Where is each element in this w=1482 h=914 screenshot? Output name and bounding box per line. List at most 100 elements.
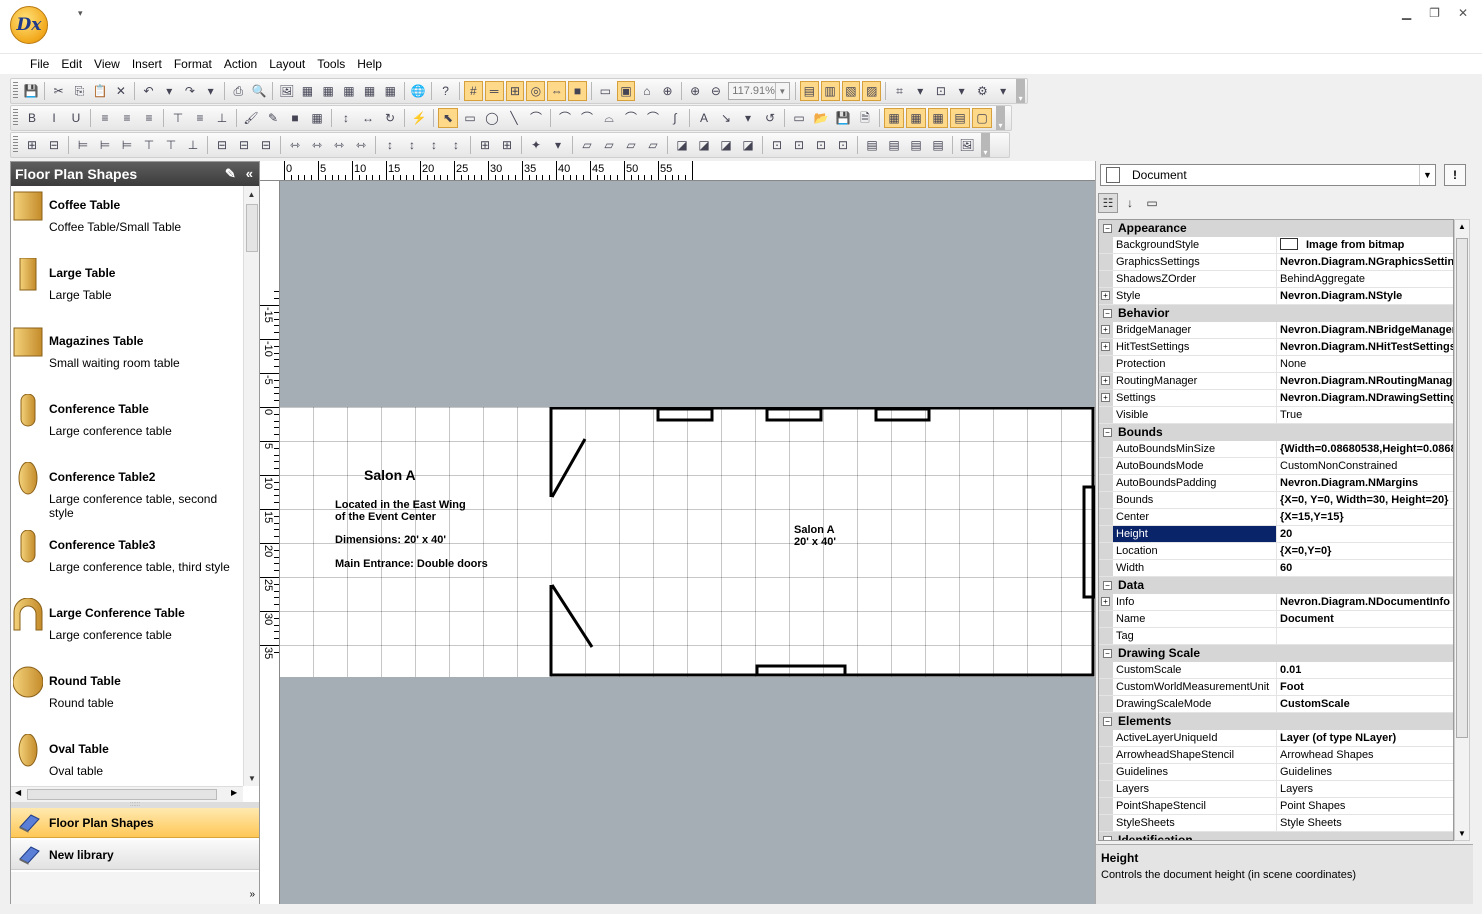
new-page-icon[interactable]: ▭ <box>789 108 809 128</box>
grid-dropdown-icon[interactable]: ▾ <box>911 81 930 101</box>
property-row[interactable]: AutoBoundsPadding Nevron.Diagram.NMargins <box>1099 475 1453 492</box>
view-large-icon[interactable]: ▦ <box>884 108 904 128</box>
property-value[interactable]: Nevron.Diagram.NRoutingManager <box>1277 373 1453 389</box>
grid-settings-icon[interactable]: ⌗ <box>890 81 909 101</box>
property-row[interactable]: + Info Nevron.Diagram.NDocumentInfo <box>1099 594 1453 611</box>
make-same-width-icon[interactable]: ⊟ <box>212 135 232 155</box>
web-icon[interactable]: 🌐 <box>409 81 428 101</box>
expand-icon[interactable]: + <box>1101 393 1110 402</box>
save-icon[interactable]: 💾 <box>22 81 41 101</box>
chevron-down-icon[interactable]: ▼ <box>1419 165 1435 185</box>
document-icon[interactable]: 🗎 <box>855 108 875 128</box>
categorized-view-icon[interactable]: ☷ <box>1098 193 1118 213</box>
property-value[interactable]: Nevron.Diagram.NGraphicsSettings <box>1277 254 1453 270</box>
export-image-icon[interactable]: 🖼 <box>277 81 296 101</box>
center-h-icon[interactable]: ⊞ <box>475 135 495 155</box>
property-value[interactable]: Layers <box>1277 781 1453 797</box>
property-value[interactable]: Style Sheets <box>1277 815 1453 831</box>
shape-item[interactable]: Magazines Table Small waiting room table <box>11 322 243 390</box>
property-row[interactable]: Visible True <box>1099 407 1453 424</box>
toolbar-grip[interactable] <box>13 109 18 127</box>
italic-icon[interactable]: I <box>44 108 64 128</box>
connect-icon[interactable]: ◪ <box>672 135 692 155</box>
property-row[interactable]: Location {X=0,Y=0} <box>1099 543 1453 560</box>
align-middles-icon[interactable]: ⊤ <box>161 135 181 155</box>
copy-icon[interactable]: ⎘ <box>70 81 89 101</box>
decrease-v-spacing-icon[interactable]: ↕ <box>424 135 444 155</box>
property-value[interactable]: Point Shapes <box>1277 798 1453 814</box>
library-tab-floor-plan[interactable]: Floor Plan Shapes <box>11 808 259 838</box>
property-row[interactable]: Bounds {X=0, Y=0, Width=30, Height=20} <box>1099 492 1453 509</box>
align-middle-icon[interactable]: ≡ <box>190 108 210 128</box>
property-category[interactable]: − Bounds <box>1099 424 1453 441</box>
flip-v-icon[interactable]: ↕ <box>336 108 356 128</box>
grid-icon[interactable]: # <box>463 81 483 101</box>
library-edit-icon[interactable]: ✎ <box>225 166 236 182</box>
view-list-icon[interactable]: ▦ <box>928 108 948 128</box>
scroll-thumb[interactable] <box>1456 238 1468 738</box>
bold-icon[interactable]: B <box>22 108 42 128</box>
property-row[interactable]: + Style Nevron.Diagram.NStyle <box>1099 288 1453 305</box>
property-value[interactable]: Arrowhead Shapes <box>1277 747 1453 763</box>
export-xaml-icon[interactable]: ▦ <box>360 81 379 101</box>
layout-dropdown-icon[interactable]: ▾ <box>548 135 568 155</box>
property-row[interactable]: Width 60 <box>1099 560 1453 577</box>
print-icon[interactable]: ⎙ <box>229 81 248 101</box>
cut-icon[interactable]: ✂ <box>49 81 68 101</box>
align-bottom-icon[interactable]: ⊥ <box>212 108 232 128</box>
align-center-icon[interactable]: ≡ <box>117 108 137 128</box>
property-category[interactable]: − Identification <box>1099 832 1453 840</box>
align-tops-icon[interactable]: ⊤ <box>139 135 159 155</box>
property-value[interactable]: Nevron.Diagram.NHitTestSettings <box>1277 339 1453 355</box>
delete-icon[interactable]: ✕ <box>112 81 131 101</box>
select-tool-icon[interactable]: ▣ <box>616 81 636 101</box>
scroll-up-icon[interactable]: ▲ <box>244 186 259 202</box>
toolbar-overflow-icon[interactable]: ▾ <box>981 133 990 157</box>
property-value[interactable]: BehindAggregate <box>1277 271 1453 287</box>
property-pages-button[interactable]: ! <box>1444 164 1466 186</box>
settings-icon[interactable]: ⚙ <box>973 81 992 101</box>
layers-icon[interactable]: ▤ <box>862 135 882 155</box>
property-pages-icon[interactable]: ▭ <box>1142 193 1162 213</box>
ungroup-icon[interactable]: ⊟ <box>44 135 64 155</box>
rotate-icon[interactable]: ↻ <box>380 108 400 128</box>
polyline-tool-icon[interactable]: ⌒ <box>577 108 597 128</box>
actual-size-icon[interactable]: ▨ <box>862 81 882 101</box>
property-row[interactable]: GraphicsSettings Nevron.Diagram.NGraphics… <box>1099 254 1453 271</box>
alphabetical-sort-icon[interactable]: ↓ <box>1120 193 1140 213</box>
shape-item[interactable]: Oval Table Oval table <box>11 730 243 786</box>
export-svg-icon[interactable]: ▦ <box>319 81 338 101</box>
reconnect-icon[interactable]: ◪ <box>716 135 736 155</box>
decrease-h-spacing-icon[interactable]: ⇿ <box>329 135 349 155</box>
line-tool-icon[interactable]: ╲ <box>504 108 524 128</box>
undo-icon[interactable]: ↶ <box>139 81 158 101</box>
property-row[interactable]: ActiveLayerUniqueId Layer (of type NLayer… <box>1099 730 1453 747</box>
property-row[interactable]: AutoBoundsMode CustomNonConstrained <box>1099 458 1453 475</box>
property-value[interactable]: None <box>1277 356 1453 372</box>
property-row[interactable]: Tag <box>1099 628 1453 645</box>
property-row[interactable]: + HitTestSettings Nevron.Diagram.NHitTestS… <box>1099 339 1453 356</box>
expand-icon[interactable]: + <box>1101 376 1110 385</box>
property-category[interactable]: − Behavior <box>1099 305 1453 322</box>
collapse-icon[interactable]: − <box>1103 308 1112 318</box>
help-icon[interactable]: ? <box>436 81 455 101</box>
scroll-right-icon[interactable]: ▶ <box>231 788 237 797</box>
toolbar-overflow-icon[interactable]: ▾ <box>996 106 1005 130</box>
property-grid-scrollbar[interactable]: ▲ ▼ <box>1454 219 1470 841</box>
property-value[interactable]: 0.01 <box>1277 662 1453 678</box>
connector-tool-icon[interactable]: ↘ <box>716 108 736 128</box>
collapse-panel-icon[interactable]: « <box>246 166 253 182</box>
flip-h-icon[interactable]: ↔ <box>358 108 378 128</box>
detach-icon[interactable]: ◪ <box>738 135 758 155</box>
menu-help[interactable]: Help <box>351 54 388 74</box>
property-value[interactable] <box>1277 628 1453 644</box>
expand-icon[interactable]: + <box>1101 342 1110 351</box>
polygon-tool-icon[interactable]: ⌓ <box>599 108 619 128</box>
guides-panel-icon[interactable]: ▤ <box>884 135 904 155</box>
open-icon[interactable]: 📂 <box>811 108 831 128</box>
menu-file[interactable]: File <box>24 54 55 74</box>
property-value[interactable]: Document <box>1277 611 1453 627</box>
vertical-spacing-icon[interactable]: ↕ <box>380 135 400 155</box>
scroll-down-icon[interactable]: ▼ <box>1455 829 1469 838</box>
align-right-icon[interactable]: ≡ <box>139 108 159 128</box>
